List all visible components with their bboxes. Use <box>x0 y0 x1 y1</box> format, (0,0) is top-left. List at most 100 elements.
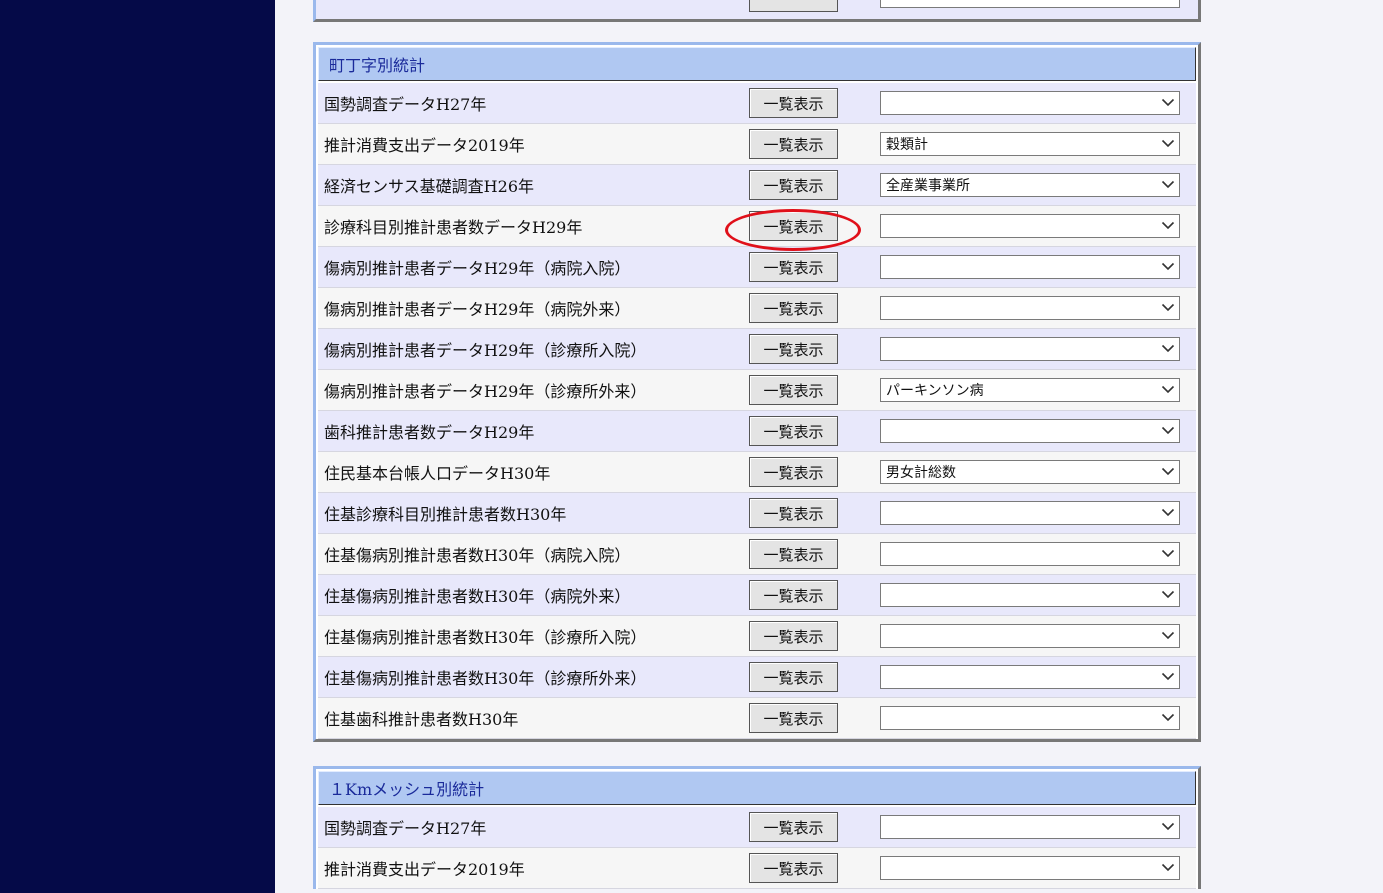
table-row: 経済センサス基礎調査H26年 一覧表示 全産業事業所 <box>318 165 1196 206</box>
list-view-button[interactable]: 一覧表示 <box>749 375 838 405</box>
row-label: 傷病別推計患者データH29年（診療所入院） <box>324 341 647 360</box>
list-view-button[interactable]: 一覧表示 <box>749 334 838 364</box>
table-row: 傷病別推計患者データH29年（診療所外来） 一覧表示 パーキンソン病 <box>318 370 1196 411</box>
row-label: 傷病別推計患者データH29年（病院外来） <box>324 300 631 319</box>
row-label: 住基傷病別推計患者数H30年（病院外来） <box>324 587 631 606</box>
list-view-button[interactable]: 一覧表示 <box>749 211 838 241</box>
item-select[interactable] <box>880 91 1180 115</box>
item-select[interactable]: 穀類計 <box>880 132 1180 156</box>
row-label: 歯科推計患者数データH29年 <box>324 423 535 442</box>
table-row: 住基傷病別推計患者数H30年（診療所入院） 一覧表示 <box>318 616 1196 657</box>
chevron-down-icon <box>1161 628 1175 642</box>
item-select[interactable]: パーキンソン病 <box>880 378 1180 402</box>
table-row: 住基傷病別推計患者数H30年（病院入院） 一覧表示 <box>318 534 1196 575</box>
table-row: 住基傷病別推計患者数H30年（病院外来） 一覧表示 <box>318 575 1196 616</box>
row-label: 傷病別推計患者データH29年（診療所外来） <box>324 382 647 401</box>
row-label: 住民基本台帳人口データH30年 <box>324 464 551 483</box>
row-label: 推計消費支出データ2019年 <box>324 860 525 879</box>
list-view-button[interactable]: 一覧表示 <box>749 416 838 446</box>
chevron-down-icon <box>1161 136 1175 150</box>
table-row: 傷病別推計患者データH29年（病院外来） 一覧表示 <box>318 288 1196 329</box>
item-select[interactable] <box>880 296 1180 320</box>
chevron-down-icon <box>1161 505 1175 519</box>
item-select[interactable] <box>880 337 1180 361</box>
list-view-button[interactable]: 一覧表示 <box>749 539 838 569</box>
chevron-down-icon <box>1161 710 1175 724</box>
select-partial[interactable] <box>880 0 1180 8</box>
row-label: 傷病別推計患者データH29年（病院入院） <box>324 259 631 278</box>
select-value: 穀類計 <box>886 137 928 153</box>
table-row: 診療科目別推計患者数データH29年 一覧表示 <box>318 206 1196 247</box>
item-select[interactable] <box>880 542 1180 566</box>
item-select[interactable] <box>880 665 1180 689</box>
chevron-down-icon <box>1161 587 1175 601</box>
chevron-down-icon <box>1161 218 1175 232</box>
table-row: 住基傷病別推計患者数H30年（診療所外来） 一覧表示 <box>318 657 1196 698</box>
list-view-button[interactable]: 一覧表示 <box>749 170 838 200</box>
chevron-down-icon <box>1161 341 1175 355</box>
chevron-down-icon <box>1161 546 1175 560</box>
list-view-button[interactable]: 一覧表示 <box>749 129 838 159</box>
row-label: 診療科目別推計患者数データH29年 <box>324 218 583 237</box>
chevron-down-icon <box>1161 464 1175 478</box>
item-select[interactable] <box>880 706 1180 730</box>
section-mesh-stats: １Kmメッシュ別統計 国勢調査データH27年 一覧表示 推計消費支出データ2019年一… <box>313 766 1201 889</box>
list-view-button[interactable]: 一覧表示 <box>749 580 838 610</box>
table-row: 国勢調査データH27年 一覧表示 <box>318 807 1196 848</box>
chevron-down-icon <box>1161 860 1175 874</box>
chevron-down-icon <box>1161 819 1175 833</box>
item-select[interactable] <box>880 419 1180 443</box>
item-select[interactable]: 男女計総数 <box>880 460 1180 484</box>
table-row: 住基診療科目別推計患者数H30年 一覧表示 <box>318 493 1196 534</box>
sidebar <box>0 0 275 893</box>
item-select[interactable]: 全産業事業所 <box>880 173 1180 197</box>
list-view-button[interactable]: 一覧表示 <box>749 457 838 487</box>
list-view-button[interactable]: 一覧表示 <box>749 853 838 883</box>
section-title: 町丁字別統計 <box>318 47 1196 81</box>
chevron-down-icon <box>1161 669 1175 683</box>
list-view-button[interactable]: 一覧表示 <box>749 703 838 733</box>
row-label: 推計消費支出データ2019年 <box>324 136 525 155</box>
chevron-down-icon <box>1161 259 1175 273</box>
item-select[interactable] <box>880 501 1180 525</box>
list-view-button[interactable]: 一覧表示 <box>749 621 838 651</box>
chevron-down-icon <box>1161 95 1175 109</box>
chevron-down-icon <box>1161 423 1175 437</box>
list-view-button[interactable]: 一覧表示 <box>749 252 838 282</box>
section-title: １Kmメッシュ別統計 <box>318 771 1196 805</box>
row-label: 住基傷病別推計患者数H30年（診療所入院） <box>324 628 647 647</box>
table-row: 国勢調査データH27年 一覧表示 <box>318 83 1196 124</box>
list-button-partial[interactable] <box>749 0 838 12</box>
table-row: 歯科推計患者数データH29年 一覧表示 <box>318 411 1196 452</box>
list-view-button[interactable]: 一覧表示 <box>749 662 838 692</box>
row-label: 住基診療科目別推計患者数H30年 <box>324 505 567 524</box>
previous-section-tail <box>313 0 1201 22</box>
list-view-button[interactable]: 一覧表示 <box>749 88 838 118</box>
item-select[interactable] <box>880 255 1180 279</box>
list-view-button[interactable]: 一覧表示 <box>749 293 838 323</box>
item-select[interactable] <box>880 856 1180 880</box>
row-label: 住基傷病別推計患者数H30年（診療所外来） <box>324 669 647 688</box>
chevron-down-icon <box>1161 177 1175 191</box>
row-label: 経済センサス基礎調査H26年 <box>324 177 534 196</box>
chevron-down-icon <box>1161 300 1175 314</box>
section-town-stats: 町丁字別統計 国勢調査データH27年 一覧表示 推計消費支出データ2019年 一覧表示穀… <box>313 42 1201 742</box>
list-view-button[interactable]: 一覧表示 <box>749 498 838 528</box>
table-row: 傷病別推計患者データH29年（病院入院） 一覧表示 <box>318 247 1196 288</box>
table-row: 住基歯科推計患者数H30年 一覧表示 <box>318 698 1196 739</box>
item-select[interactable] <box>880 214 1180 238</box>
chevron-down-icon <box>1161 382 1175 396</box>
table-row: 傷病別推計患者データH29年（診療所入院） 一覧表示 <box>318 329 1196 370</box>
select-value: 全産業事業所 <box>886 178 970 194</box>
row-label: 国勢調査データH27年 <box>324 95 487 114</box>
table-row: 住民基本台帳人口データH30年 一覧表示 男女計総数 <box>318 452 1196 493</box>
table-row: 推計消費支出データ2019年 一覧表示 穀類計 <box>318 124 1196 165</box>
item-select[interactable] <box>880 624 1180 648</box>
item-select[interactable] <box>880 815 1180 839</box>
select-value: 男女計総数 <box>886 465 956 481</box>
row-label: 住基歯科推計患者数H30年 <box>324 710 519 729</box>
list-view-button[interactable]: 一覧表示 <box>749 812 838 842</box>
row-label: 国勢調査データH27年 <box>324 819 487 838</box>
table-row: 推計消費支出データ2019年 一覧表示 <box>318 848 1196 889</box>
item-select[interactable] <box>880 583 1180 607</box>
